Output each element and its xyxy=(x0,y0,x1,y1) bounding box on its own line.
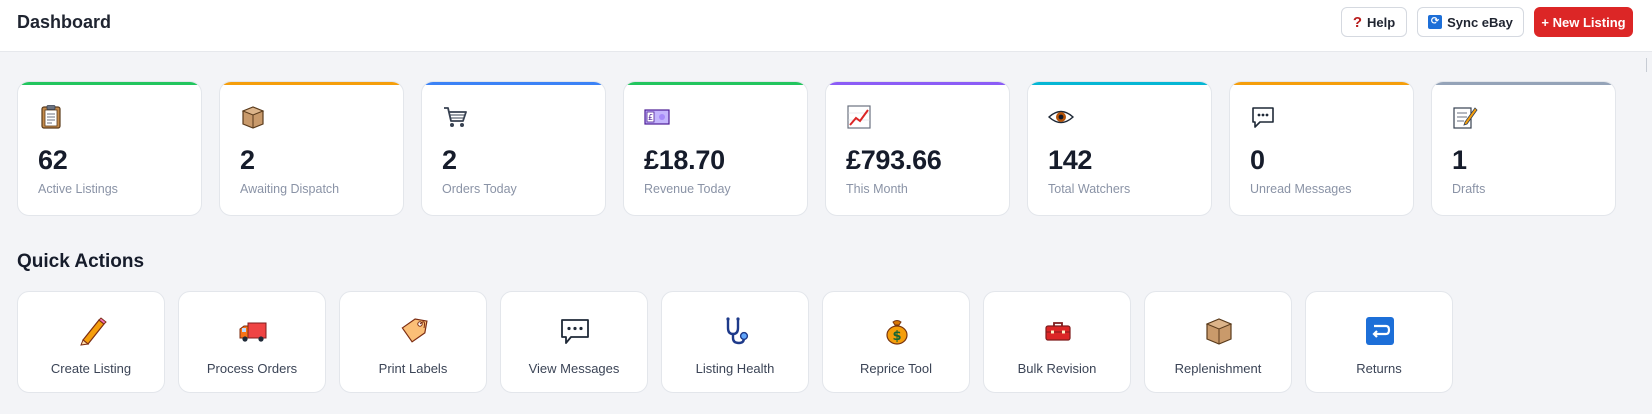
quick-action-replenishment[interactable]: Replenishment xyxy=(1144,291,1292,393)
stat-value: 1 xyxy=(1452,145,1467,175)
quick-action-print-labels[interactable]: Print Labels xyxy=(339,291,487,393)
stat-card-active-listings: 62 Active Listings xyxy=(17,81,202,216)
question-mark-icon: ? xyxy=(1352,13,1362,31)
help-button-label: Help xyxy=(1367,14,1396,30)
new-listing-button-label: + New Listing xyxy=(1541,14,1626,30)
stat-label: Revenue Today xyxy=(644,182,731,196)
quick-action-label: Bulk Revision xyxy=(1017,361,1097,376)
quick-action-label: Create Listing xyxy=(50,361,132,376)
quick-action-label: Returns xyxy=(1356,361,1402,376)
svg-text:£: £ xyxy=(648,113,653,122)
stat-card-awaiting-dispatch: 2 Awaiting Dispatch xyxy=(219,81,404,216)
quick-action-view-messages[interactable]: View Messages xyxy=(500,291,648,393)
page-title: Dashboard xyxy=(17,12,112,32)
new-listing-button[interactable]: + New Listing xyxy=(1534,7,1633,37)
sync-icon: ⟳ xyxy=(1428,15,1443,29)
stat-value: £18.70 xyxy=(644,145,725,175)
label-tag-icon xyxy=(401,318,428,343)
eye-icon xyxy=(1048,110,1074,124)
package-icon xyxy=(1205,318,1233,345)
pencil-icon xyxy=(80,317,107,346)
quick-action-label: Reprice Tool xyxy=(859,361,933,376)
sync-ebay-button[interactable]: ⟳ Sync eBay xyxy=(1417,7,1524,37)
stat-value: 2 xyxy=(240,145,255,175)
stat-value: 142 xyxy=(1048,145,1093,175)
stethoscope-icon xyxy=(726,317,749,345)
money-bag-icon: $ xyxy=(886,320,908,345)
quick-action-process-orders[interactable]: Process Orders xyxy=(178,291,326,393)
stat-card-orders-today: 2 Orders Today xyxy=(421,81,606,216)
stat-label: Drafts xyxy=(1452,182,1486,196)
stat-label: Awaiting Dispatch xyxy=(240,182,340,196)
svg-text:$: $ xyxy=(892,329,901,344)
package-icon xyxy=(241,106,265,129)
card-accent-bar xyxy=(1230,82,1413,85)
quick-actions-title: Quick Actions xyxy=(17,251,145,272)
quick-action-bulk-revision[interactable]: Bulk Revision xyxy=(983,291,1131,393)
card-accent-bar xyxy=(826,82,1009,85)
delivery-truck-icon xyxy=(239,322,267,342)
return-arrow-icon xyxy=(1366,317,1394,345)
chart-increasing-icon xyxy=(847,105,871,129)
quick-action-listing-health[interactable]: Listing Health xyxy=(661,291,809,393)
top-bar: Dashboard ? Help ⟳ Sync eBay + New Listi… xyxy=(0,0,1652,52)
quick-action-returns[interactable]: Returns xyxy=(1305,291,1453,393)
shopping-cart-icon xyxy=(444,107,467,127)
quick-action-label: Process Orders xyxy=(206,361,298,376)
quick-action-create-listing[interactable]: Create Listing xyxy=(17,291,165,393)
card-accent-bar xyxy=(18,82,201,85)
pound-note-icon: £ xyxy=(644,109,670,125)
stat-card-unread-messages: 0 Unread Messages xyxy=(1229,81,1414,216)
quick-action-label: Replenishment xyxy=(1174,361,1262,376)
sync-button-label: Sync eBay xyxy=(1447,14,1513,30)
stat-label: Orders Today xyxy=(442,182,517,196)
quick-action-label: Listing Health xyxy=(695,361,775,376)
stat-label: Active Listings xyxy=(38,182,118,196)
stat-value: 2 xyxy=(442,145,457,175)
help-button[interactable]: ? Help xyxy=(1341,7,1407,37)
card-accent-bar xyxy=(1432,82,1615,85)
card-accent-bar xyxy=(422,82,605,85)
stat-value: 62 xyxy=(38,145,68,175)
stat-value: £793.66 xyxy=(846,145,942,175)
speech-bubble-icon xyxy=(561,319,589,344)
stat-card-revenue-today: £ £18.70 Revenue Today xyxy=(623,81,808,216)
stat-label: This Month xyxy=(846,182,908,196)
stat-label: Total Watchers xyxy=(1048,182,1131,196)
quick-action-label: Print Labels xyxy=(378,361,448,376)
stat-label: Unread Messages xyxy=(1250,182,1352,196)
clipboard-icon xyxy=(41,105,61,129)
memo-icon xyxy=(1453,107,1478,129)
quick-action-label: View Messages xyxy=(528,361,620,376)
card-accent-bar xyxy=(220,82,403,85)
stat-card-this-month: £793.66 This Month xyxy=(825,81,1010,216)
card-accent-bar xyxy=(1028,82,1211,85)
speech-bubble-icon xyxy=(1252,107,1274,128)
scrollbar[interactable] xyxy=(1646,58,1652,72)
quick-action-reprice-tool[interactable]: $ Reprice Tool xyxy=(822,291,970,393)
card-accent-bar xyxy=(624,82,807,85)
stat-value: 0 xyxy=(1250,145,1265,175)
toolbox-icon xyxy=(1045,322,1071,341)
stat-card-total-watchers: 142 Total Watchers xyxy=(1027,81,1212,216)
stat-card-drafts: 1 Drafts xyxy=(1431,81,1616,216)
